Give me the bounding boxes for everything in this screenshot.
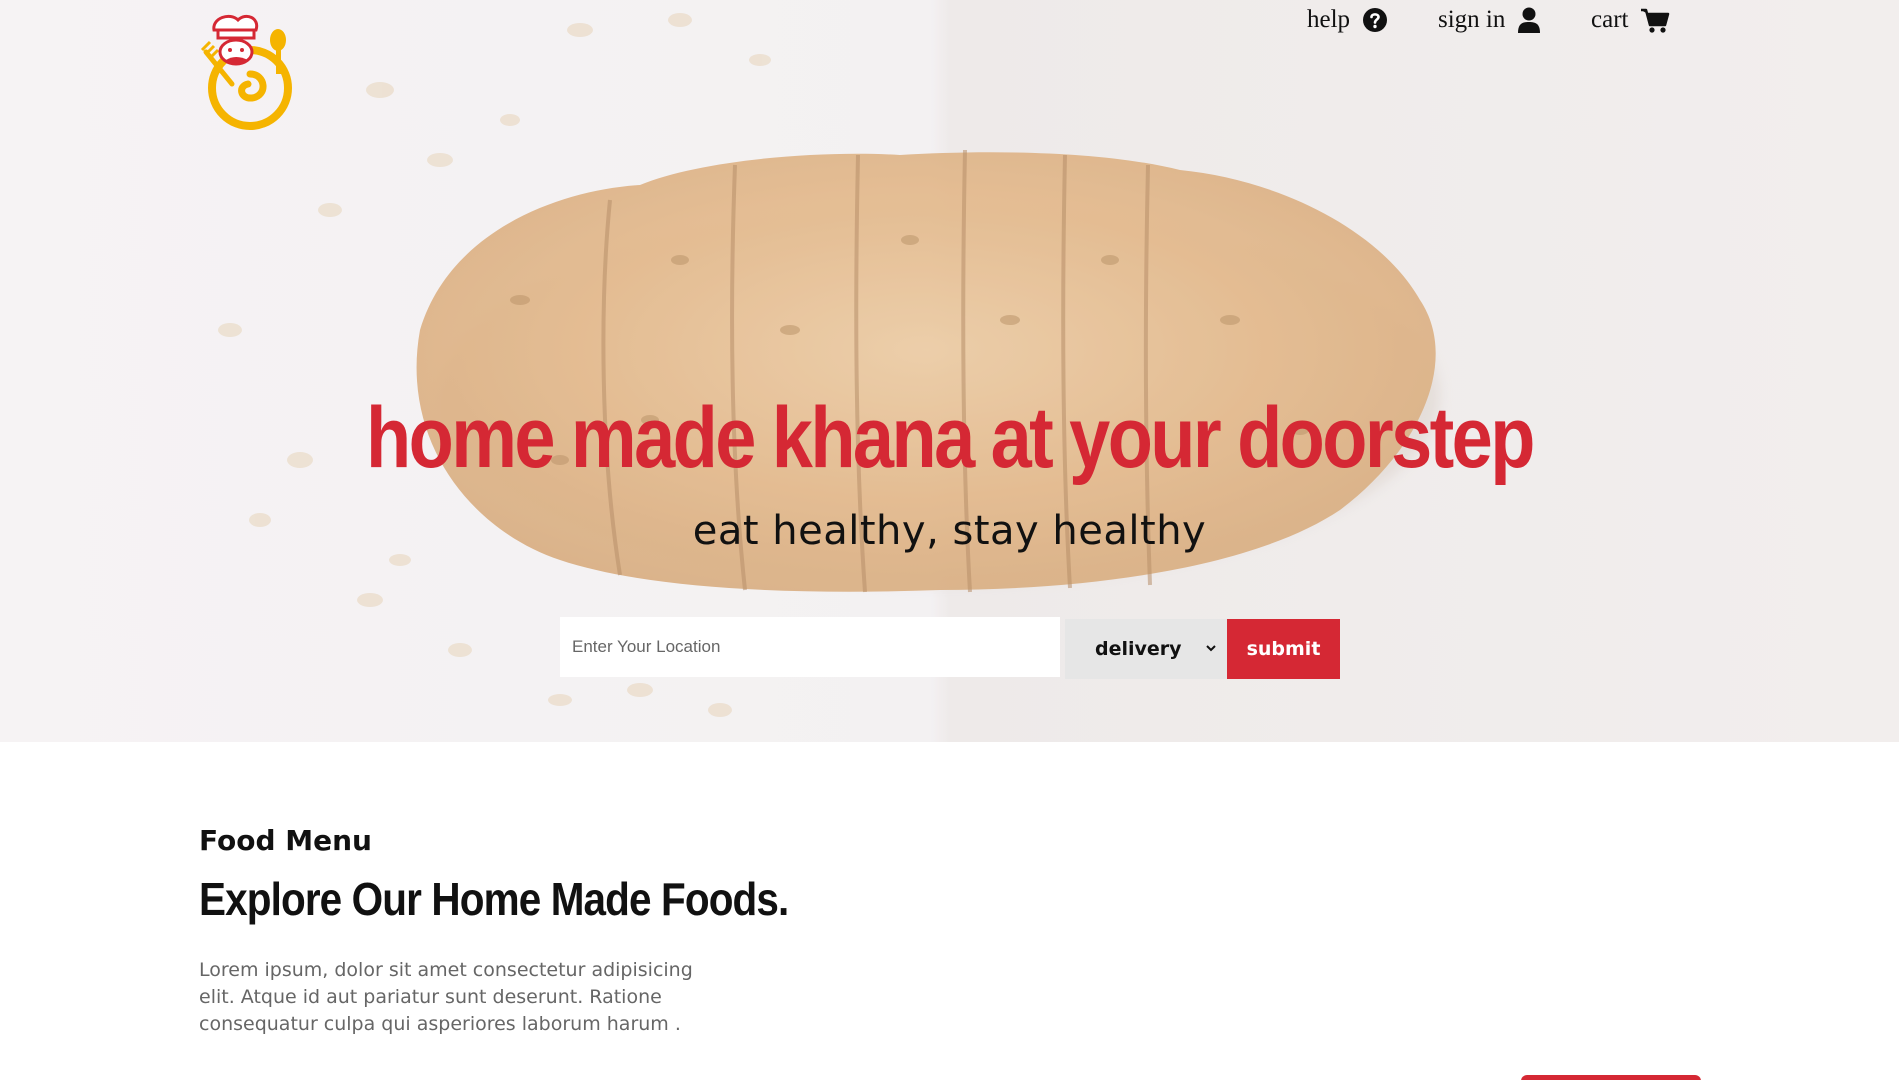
brand-logo[interactable] (196, 10, 306, 138)
user-icon (1518, 7, 1541, 33)
nav-cart-link[interactable]: cart (1591, 0, 1670, 40)
menu-description: Lorem ipsum, dolor sit amet consectetur … (199, 959, 693, 1035)
submit-button[interactable]: submit (1227, 619, 1340, 679)
nav-signin-link[interactable]: sign in (1438, 0, 1541, 40)
menu-title: Explore Our Home Made Foods. (199, 873, 789, 925)
chevron-down-icon (1206, 645, 1216, 652)
nav-cart-label: cart (1591, 6, 1629, 33)
location-input[interactable] (560, 617, 1060, 677)
hero-subheadline: eat healthy, stay healthy (692, 508, 1207, 554)
menu-cta-button[interactable] (1521, 1075, 1701, 1080)
cart-icon (1641, 8, 1670, 33)
food-menu-section: Food Menu Explore Our Home Made Foods. L… (199, 742, 1701, 1080)
chef-logo-icon (200, 14, 292, 130)
hero-headline: home made khana at your doorstep (366, 390, 1535, 486)
nav-help-label: help (1307, 6, 1351, 33)
question-circle-icon (1363, 8, 1388, 32)
nav-help-link[interactable]: help (1307, 0, 1388, 40)
nav-signin-label: sign in (1438, 6, 1506, 33)
delivery-mode-select[interactable]: delivery (1065, 619, 1227, 679)
menu-kicker: Food Menu (199, 824, 372, 857)
hero-section: help sign in cart home made khana at you… (0, 0, 1899, 742)
delivery-mode-value: delivery (1095, 638, 1182, 660)
